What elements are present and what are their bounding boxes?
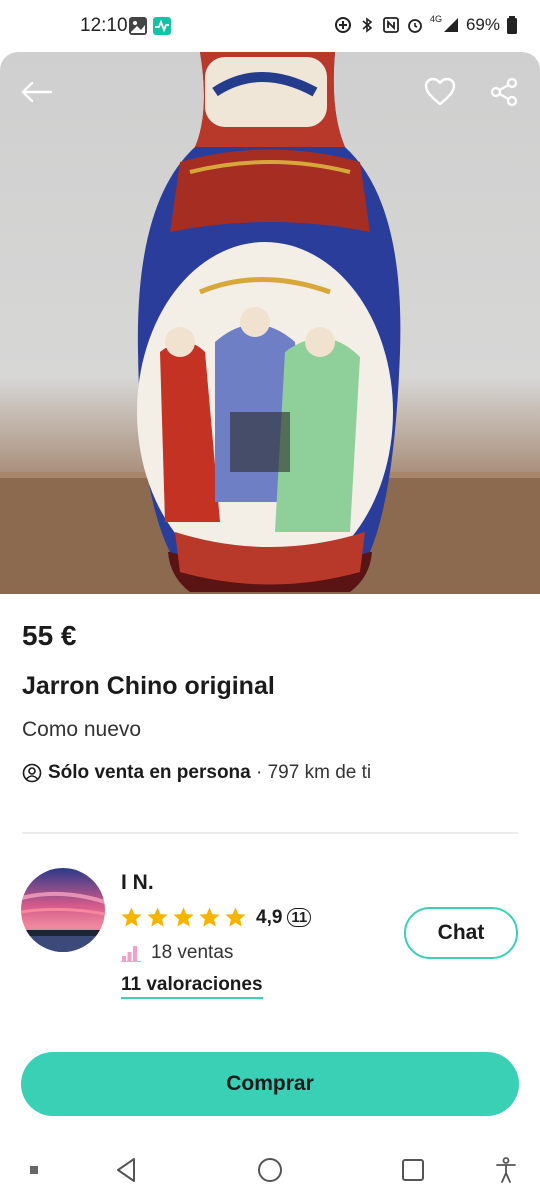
circle-home-icon <box>258 1158 282 1182</box>
star-icon <box>199 907 220 927</box>
buy-button[interactable]: Comprar <box>21 1052 519 1116</box>
star-icon <box>173 907 194 927</box>
battery-percent: 69% <box>465 15 500 34</box>
status-bar: 12:10 4G 69% <box>0 0 540 52</box>
square-dot-icon <box>30 1166 38 1174</box>
battery-icon <box>507 16 517 34</box>
star-icon <box>121 907 142 927</box>
alarm-icon <box>408 19 422 33</box>
delivery-info: Sólo venta en persona · 797 km de ti <box>22 762 371 784</box>
triangle-back-icon <box>117 1158 135 1182</box>
share-button[interactable] <box>484 72 524 112</box>
delivery-method: Sólo venta en persona <box>48 762 251 783</box>
network-type: 4G <box>429 14 442 24</box>
accessibility-icon <box>496 1157 516 1183</box>
share-icon <box>490 77 518 107</box>
arrow-left-icon <box>21 81 53 103</box>
favorite-button[interactable] <box>420 72 460 112</box>
star-icon <box>147 907 168 927</box>
bar-chart-icon <box>121 946 141 962</box>
rating-count-badge: 11 <box>287 908 312 927</box>
divider <box>22 832 518 834</box>
status-right: 4G 69% <box>334 14 518 35</box>
signal-icon <box>443 18 458 32</box>
nav-back-button[interactable] <box>112 1156 140 1184</box>
data-saver-icon <box>334 17 351 33</box>
gallery-notification-icon <box>129 17 147 35</box>
product-image[interactable] <box>0 52 540 594</box>
status-time: 12:10 <box>80 15 128 36</box>
nfc-icon <box>383 17 399 33</box>
system-nav-bar <box>0 1140 540 1200</box>
chat-button[interactable]: Chat <box>404 907 518 959</box>
item-price: 55 € <box>22 620 77 651</box>
delivery-distance: · 797 km de ti <box>250 762 372 783</box>
heart-icon <box>424 77 456 106</box>
seller-avatar[interactable] <box>21 868 105 952</box>
app-notification-icon <box>153 17 171 35</box>
seller-sales: 18 ventas <box>121 942 233 964</box>
item-condition: Como nuevo <box>22 718 142 741</box>
item-title: Jarron Chino original <box>22 672 275 700</box>
rating-value: 4,9 <box>256 906 283 928</box>
sales-count: 18 ventas <box>151 942 234 963</box>
seller-rating: 4,9 11 <box>120 906 312 929</box>
square-recents-icon <box>402 1159 424 1181</box>
vase-photo <box>0 52 540 594</box>
nav-home-button[interactable] <box>256 1156 284 1184</box>
bluetooth-icon <box>362 17 373 33</box>
star-icon <box>225 907 246 927</box>
reviews-link[interactable]: 11 valoraciones <box>121 974 263 999</box>
seller-name[interactable]: I N. <box>121 871 154 895</box>
nav-accessibility-button[interactable] <box>492 1156 520 1184</box>
nav-menu-button[interactable] <box>20 1156 48 1184</box>
nav-recents-button[interactable] <box>399 1156 427 1184</box>
sunset-avatar-image <box>21 868 105 952</box>
person-pin-icon <box>22 763 42 783</box>
back-button[interactable] <box>16 72 56 112</box>
